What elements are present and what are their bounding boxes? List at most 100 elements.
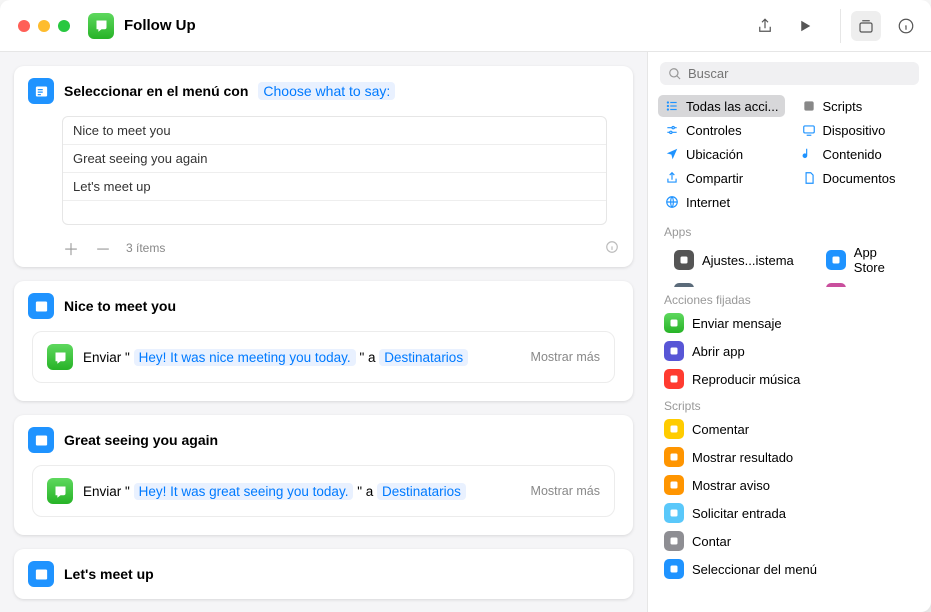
category-list[interactable]: Todas las acci... [658,95,785,117]
script-action[interactable]: Solicitar entrada [648,499,931,527]
actions-sidebar: Todas las acci... Scripts Controles Disposi… [647,52,931,612]
editor-canvas[interactable]: Seleccionar en el menú con Choose what t… [0,52,647,612]
prompt-token[interactable]: Choose what to say: [258,82,395,100]
menu-branch-card[interactable]: Nice to meet you Enviar " Hey! It was ni… [14,281,633,401]
send-label: Enviar " [83,350,130,365]
menu-branch-card[interactable]: Great seeing you again Enviar " Hey! It … [14,415,633,535]
item-count: 3 ítems [126,241,165,255]
menu-item-empty[interactable] [63,200,606,224]
app-item[interactable]: Atajos [810,279,921,287]
minimize-window-button[interactable] [38,20,50,32]
menu-item[interactable]: Nice to meet you [63,117,606,144]
category-script[interactable]: Scripts [795,95,922,117]
messages-icon [47,344,73,370]
shortcut-title: Follow Up [124,17,196,34]
menu-item[interactable]: Great seeing you again [63,144,606,172]
category-label: Documentos [823,171,896,186]
choose-from-menu-action[interactable]: Seleccionar en el menú con Choose what t… [14,66,633,267]
script-icon [801,98,817,114]
location-icon [664,146,680,162]
run-button[interactable] [790,11,820,41]
category-device[interactable]: Dispositivo [795,119,922,141]
app-icon [664,419,684,439]
search-icon [668,67,682,81]
message-token[interactable]: Hey! It was great seeing you today. [134,483,354,500]
script-action[interactable]: Seleccionar del menú [648,555,931,583]
category-label: Controles [686,123,742,138]
shortcut-app-icon [88,13,114,39]
item-label: Contar [692,534,731,549]
script-action[interactable]: Contar [648,527,931,555]
script-action[interactable]: Mostrar aviso [648,471,931,499]
category-share[interactable]: Compartir [658,167,785,189]
info-button[interactable] [891,11,921,41]
menu-item[interactable]: Let's meet up [63,172,606,200]
recipients-token[interactable]: Destinatarios [377,483,466,500]
send-mid: " a [359,350,375,365]
category-label: Compartir [686,171,743,186]
share-button[interactable] [750,11,780,41]
show-more-button[interactable]: Mostrar más [531,350,600,364]
item-label: Reproducir música [692,372,800,387]
add-item-button[interactable]: ＋ [62,239,80,257]
app-icon [664,369,684,389]
app-item[interactable]: Apple...figurator [658,279,810,287]
branch-title: Great seeing you again [64,432,218,448]
script-action[interactable]: Mostrar resultado [648,443,931,471]
menu-icon [28,78,54,104]
item-label: Abrir app [692,344,745,359]
category-note[interactable]: Contenido [795,143,922,165]
item-label: Enviar mensaje [692,316,782,331]
action-label: Seleccionar en el menú con [64,83,248,99]
app-icon [664,559,684,579]
app-item[interactable]: Ajustes...istema [658,241,810,279]
category-label: Todas las acci... [686,99,779,114]
category-label: Contenido [823,147,882,162]
messages-icon [47,478,73,504]
app-icon [664,475,684,495]
script-action[interactable]: Comentar [648,415,931,443]
item-label: Ajustes...istema [702,253,794,268]
app-icon [664,447,684,467]
menu-branch-card[interactable]: Let's meet up [14,549,633,599]
app-item[interactable]: App Store [810,241,921,279]
item-label: Comentar [692,422,749,437]
window-controls [18,20,70,32]
send-label: Enviar " [83,484,130,499]
pinned-action[interactable]: Enviar mensaje [648,309,931,337]
category-label: Dispositivo [823,123,886,138]
recipients-token[interactable]: Destinatarios [379,349,468,366]
app-icon [826,250,846,270]
show-more-button[interactable]: Mostrar más [531,484,600,498]
list-icon [664,98,680,114]
share-icon [664,170,680,186]
search-field[interactable] [660,62,919,85]
note-icon [801,146,817,162]
category-doc[interactable]: Documentos [795,167,922,189]
section-apps-label: Apps [648,219,931,241]
library-toggle-button[interactable] [851,11,881,41]
device-icon [801,122,817,138]
remove-item-button[interactable]: － [94,239,112,257]
fullscreen-window-button[interactable] [58,20,70,32]
pinned-action[interactable]: Reproducir música [648,365,931,393]
branch-title: Let's meet up [64,566,154,582]
send-message-action[interactable]: Enviar " Hey! It was great seeing you to… [32,465,615,517]
send-mid: " a [357,484,373,499]
send-message-action[interactable]: Enviar " Hey! It was nice meeting you to… [32,331,615,383]
pinned-action[interactable]: Abrir app [648,337,931,365]
close-window-button[interactable] [18,20,30,32]
item-label: Seleccionar del menú [692,562,817,577]
category-location[interactable]: Ubicación [658,143,785,165]
app-icon [664,313,684,333]
controls-icon [664,122,680,138]
menu-icon [28,561,54,587]
search-input[interactable] [688,66,911,81]
app-icon [674,250,694,270]
message-token[interactable]: Hey! It was nice meeting you today. [134,349,356,366]
category-globe[interactable]: Internet [658,191,785,213]
category-label: Scripts [823,99,863,114]
category-controls[interactable]: Controles [658,119,785,141]
action-info-button[interactable] [605,240,619,257]
section-scripts-label: Scripts [648,393,931,415]
